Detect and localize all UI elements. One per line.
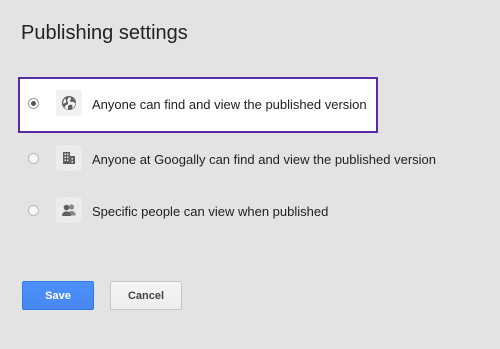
building-icon [56,145,82,171]
globe-icon [56,90,82,116]
radio-button[interactable] [28,205,39,216]
dialog-title: Publishing settings [21,22,188,44]
people-icon [56,197,82,223]
option-anyone-at-domain[interactable]: Anyone at Googally can find and view the… [18,132,458,188]
option-label: Specific people can view when published [92,204,329,219]
option-label: Anyone can find and view the published v… [92,97,367,112]
radio-dot [31,101,36,106]
option-anyone-public[interactable]: Anyone can find and view the published v… [18,77,378,133]
option-label: Anyone at Googally can find and view the… [92,152,436,167]
radio-button[interactable] [28,153,39,164]
publishing-settings-dialog: Publishing settings Anyone can find and … [0,0,500,349]
option-specific-people[interactable]: Specific people can view when published [18,184,378,240]
save-button[interactable]: Save [22,281,94,310]
cancel-button[interactable]: Cancel [110,281,182,310]
radio-button-selected[interactable] [28,98,39,109]
